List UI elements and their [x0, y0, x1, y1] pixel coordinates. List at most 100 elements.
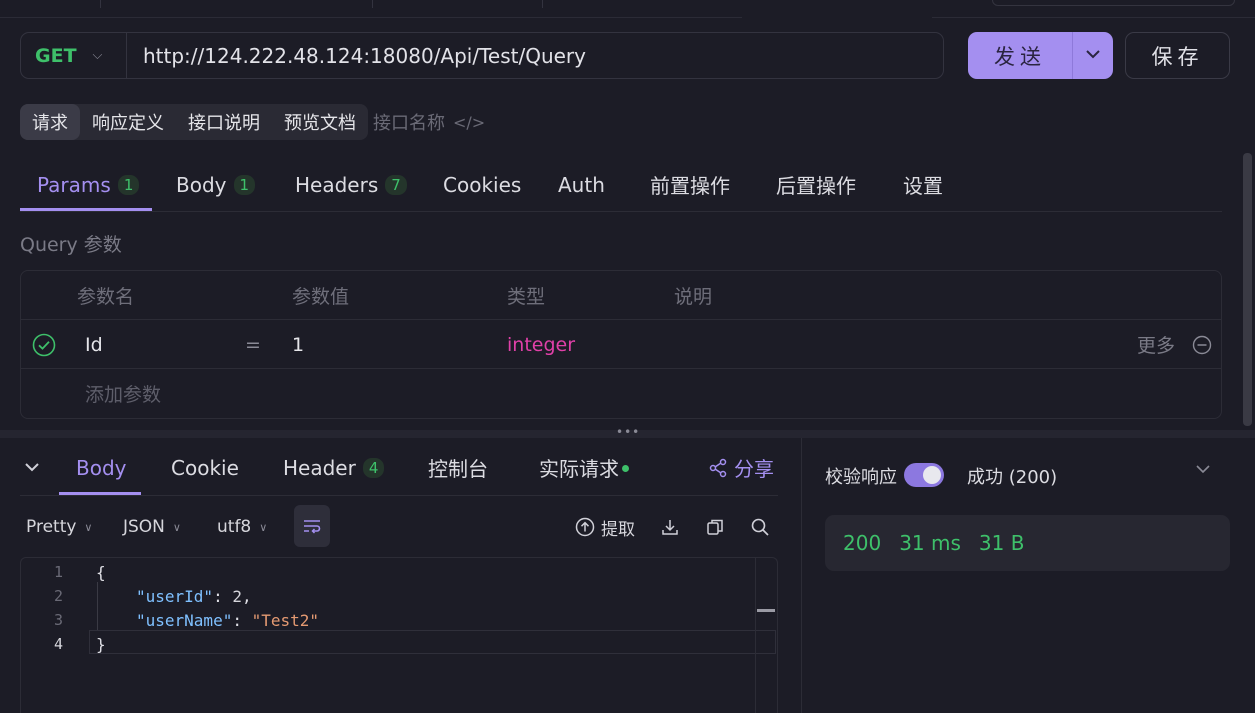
format-select[interactable]: Pretty ∨ — [26, 504, 92, 550]
code-line: 4 } — [21, 632, 777, 656]
tab-auth[interactable]: Auth — [558, 158, 605, 211]
code-text: { — [96, 563, 106, 582]
language-label: JSON — [123, 517, 165, 537]
scrollbar-marker — [757, 609, 775, 612]
add-param-row[interactable]: 添加参数 — [21, 369, 1221, 418]
table-row: Id = 1 integer 更多 — [21, 320, 1221, 369]
segment-preview-doc[interactable]: 预览文档 — [272, 104, 368, 140]
request-tabs: Params 1 Body 1 Headers 7 Cookies Auth 前… — [20, 158, 1222, 212]
json-number: 2 — [232, 586, 242, 606]
expected-status-select[interactable]: 成功 (200) — [967, 463, 1057, 489]
method-select[interactable]: GET ⌵ — [21, 33, 126, 78]
format-label: Pretty — [26, 517, 77, 537]
tab-headers[interactable]: Headers 7 — [295, 158, 407, 211]
download-icon[interactable] — [658, 504, 682, 550]
tab-pre-processors[interactable]: 前置操作 — [650, 158, 730, 211]
scrollbar[interactable] — [1243, 153, 1252, 426]
api-name-field[interactable]: 接口名称 </> — [373, 109, 485, 135]
chevron-down-icon[interactable] — [1196, 463, 1210, 478]
more-link[interactable]: 更多 — [1137, 320, 1175, 369]
params-table: 参数名 参数值 类型 说明 Id = 1 integer 更多 添加参数 — [20, 270, 1222, 419]
check-circle-icon[interactable] — [32, 320, 56, 369]
code-text: "userName": "Test2" — [136, 611, 319, 630]
url-bar: GET ⌵ — [20, 32, 944, 79]
colon: : — [213, 586, 233, 606]
count-badge: 1 — [233, 174, 256, 195]
code-text: "userId": 2, — [136, 587, 252, 606]
tab-settings[interactable]: 设置 — [903, 158, 943, 211]
tab-response-cookie[interactable]: Cookie — [171, 440, 239, 495]
encoding-label: utf8 — [217, 517, 252, 537]
validate-toggle[interactable] — [904, 463, 944, 487]
code-text: } — [96, 635, 106, 654]
code-line: 3 "userName": "Test2" — [21, 608, 777, 632]
table-header-row: 参数名 参数值 类型 说明 — [21, 271, 1221, 320]
response-stats: 200 31 ms 31 B — [825, 515, 1230, 571]
column-header: 说明 — [674, 286, 713, 308]
url-input[interactable] — [143, 43, 923, 69]
extract-label: 提取 — [601, 519, 635, 540]
active-tab-indicator — [20, 208, 152, 211]
count-badge: 1 — [117, 174, 140, 195]
code-icon: </> — [453, 112, 486, 132]
extract-button[interactable]: 提取 — [575, 504, 635, 550]
encoding-select[interactable]: utf8 ∨ — [217, 504, 267, 550]
tab-separator — [100, 0, 101, 8]
share-icon — [709, 458, 727, 477]
save-button[interactable]: 保存 — [1125, 32, 1230, 79]
chevron-down-icon[interactable] — [1073, 48, 1113, 63]
param-type[interactable]: integer — [507, 320, 575, 369]
segment-request[interactable]: 请求 — [20, 104, 80, 140]
collapse-response-button[interactable] — [25, 440, 39, 495]
tab-body[interactable]: Body 1 — [176, 158, 256, 211]
line-number: 3 — [53, 611, 63, 629]
param-name[interactable]: Id — [85, 320, 103, 369]
json-string: "Test2" — [251, 610, 320, 630]
top-tab-strip — [0, 0, 1255, 18]
tab-console[interactable]: 控制台 — [428, 440, 488, 495]
tab-params[interactable]: Params 1 — [37, 158, 140, 211]
tab-response-body[interactable]: Body — [76, 440, 127, 495]
brace: } — [96, 634, 106, 654]
tab-label: Params — [37, 172, 111, 197]
segment-api-description[interactable]: 接口说明 — [176, 104, 272, 140]
upload-circle-icon — [575, 517, 595, 537]
wrap-lines-icon[interactable] — [294, 505, 330, 547]
tab-strip-line — [0, 17, 742, 18]
editor-scrollbar-track[interactable] — [755, 558, 756, 713]
request-mode-segmented: 请求 响应定义 接口说明 预览文档 — [20, 104, 368, 140]
language-select[interactable]: JSON ∨ — [123, 504, 181, 550]
remove-circle-icon[interactable] — [1192, 320, 1212, 369]
panel-divider — [801, 438, 802, 713]
tab-strip-line — [932, 17, 1255, 18]
tab-separator — [372, 0, 373, 8]
share-button[interactable]: 分享 — [708, 440, 774, 495]
tab-label: 实际请求 — [539, 457, 619, 481]
chevron-down-icon: ∨ — [259, 520, 268, 534]
json-key: "userName" — [136, 610, 233, 630]
copy-icon[interactable] — [703, 504, 727, 550]
method-label: GET — [35, 44, 77, 67]
method-divider — [126, 33, 127, 78]
response-tabs: Body Cookie Header 4 控制台 实际请求 分享 — [20, 440, 778, 496]
segment-response-definition[interactable]: 响应定义 — [80, 104, 176, 140]
param-value[interactable]: 1 — [292, 320, 304, 369]
code-line: 2 "userId": 2, — [21, 584, 777, 608]
environment-select[interactable] — [992, 0, 1235, 6]
tab-post-processors[interactable]: 后置操作 — [776, 158, 856, 211]
add-param-placeholder: 添加参数 — [85, 384, 162, 406]
share-label: 分享 — [734, 457, 774, 481]
send-button[interactable]: 发送 — [968, 32, 1113, 79]
line-number: 2 — [53, 587, 63, 605]
search-icon[interactable] — [748, 504, 772, 550]
response-code-editor[interactable]: 1 { 2 "userId": 2, 3 "userName": "Test2"… — [20, 557, 778, 713]
validate-response-label: 校验响应 — [825, 467, 897, 488]
line-number: 4 — [53, 635, 63, 653]
tab-cookies[interactable]: Cookies — [443, 158, 521, 211]
query-params-title: Query 参数 — [20, 234, 122, 256]
drag-handle-icon[interactable]: ••• — [616, 425, 640, 439]
count-badge: 4 — [362, 457, 385, 478]
tab-response-header[interactable]: Header 4 — [283, 440, 385, 495]
tab-actual-request[interactable]: 实际请求 — [539, 440, 629, 495]
chevron-down-icon: ∨ — [84, 520, 93, 534]
